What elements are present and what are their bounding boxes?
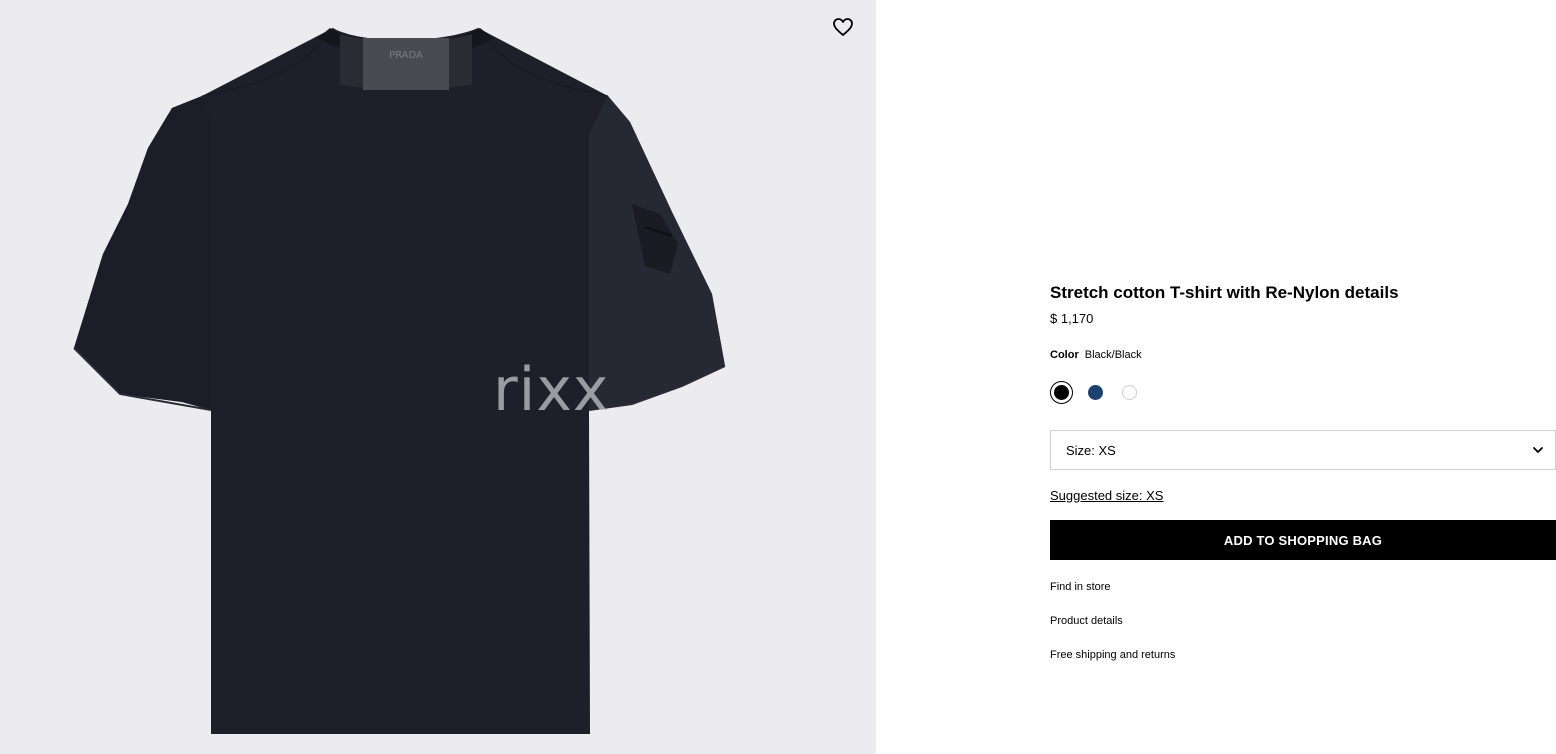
info-links: Find in store Product details Free shipp…	[1050, 580, 1556, 662]
add-to-bag-button[interactable]: ADD TO SHOPPING BAG	[1050, 520, 1556, 560]
swatch-white-fill	[1122, 384, 1137, 400]
product-price: $ 1,170	[1050, 311, 1094, 326]
product-page: PRADA rixx Stretch cotton T-shirt with R…	[0, 0, 1556, 754]
swatch-white[interactable]	[1118, 381, 1141, 404]
swatch-navy-fill	[1088, 384, 1103, 400]
size-select[interactable]: Size: XS	[1050, 430, 1556, 470]
shipping-returns-link[interactable]: Free shipping and returns	[1050, 648, 1556, 662]
product-details-panel: Stretch cotton T-shirt with Re-Nylon det…	[1050, 282, 1556, 682]
color-row: Color Black/Black	[1050, 348, 1556, 362]
swatch-navy[interactable]	[1084, 381, 1107, 404]
chevron-down-icon	[1533, 447, 1543, 453]
heart-outline-icon	[833, 18, 853, 36]
swatch-black[interactable]	[1050, 380, 1073, 404]
product-title: Stretch cotton T-shirt with Re-Nylon det…	[1050, 283, 1399, 302]
color-swatches	[1050, 380, 1556, 404]
color-value: Black/Black	[1084, 349, 1142, 361]
find-in-store-link[interactable]: Find in store	[1050, 580, 1556, 594]
neck-label-text: PRADA	[389, 50, 423, 61]
product-image: PRADA	[73, 27, 726, 734]
suggested-size-link[interactable]: Suggested size: XS	[1050, 488, 1163, 504]
size-select-value: Size: XS	[1066, 442, 1116, 458]
color-label: Color	[1050, 349, 1079, 361]
product-gallery[interactable]: PRADA rixx	[0, 0, 876, 754]
swatch-black-fill	[1054, 384, 1069, 400]
product-details-link[interactable]: Product details	[1050, 614, 1556, 628]
wishlist-button[interactable]	[831, 15, 855, 39]
